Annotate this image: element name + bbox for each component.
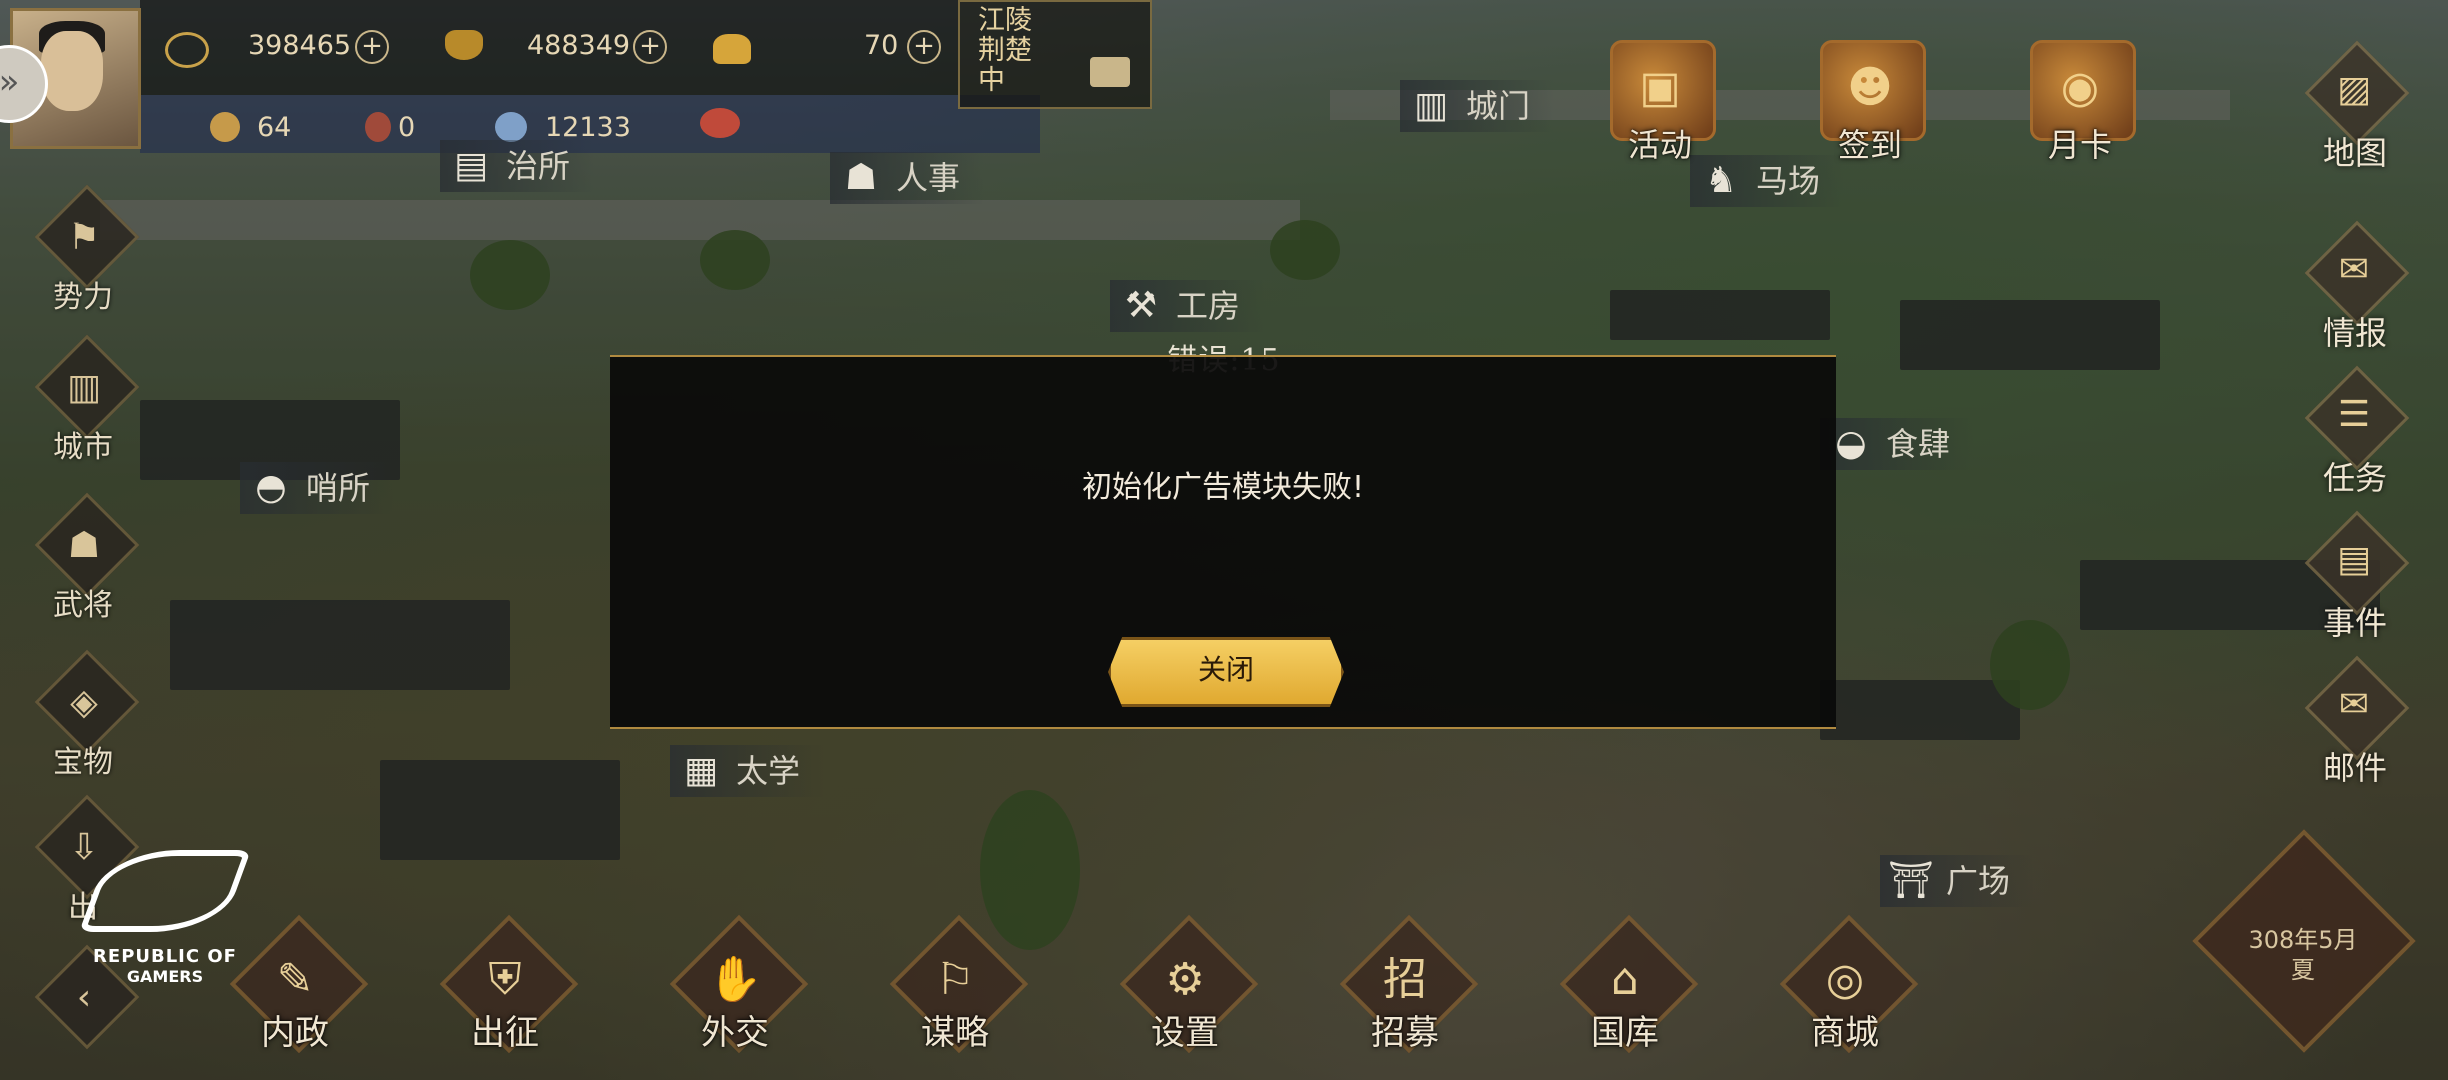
gold-amount: 70 xyxy=(864,30,899,61)
mail-icon: ✉ xyxy=(2338,684,2370,725)
copper-coin-icon xyxy=(165,32,209,68)
add-food-button[interactable]: + xyxy=(633,30,667,64)
gate-icon: ▥ xyxy=(1413,85,1448,126)
reputation-amount: 12133 xyxy=(545,112,631,143)
menu-neizheng[interactable]: ✎ 内政 xyxy=(220,914,370,1075)
map-label-shisi[interactable]: ◒ 食肆 xyxy=(1820,418,1975,470)
banner-icon: ⚑ xyxy=(67,217,101,258)
general-icon: ☗ xyxy=(67,525,101,566)
grain-icon xyxy=(445,30,483,60)
add-copper-button[interactable]: + xyxy=(355,30,389,64)
anvil-icon: ⚒ xyxy=(1124,285,1158,326)
plaza-gate-icon: ⛩ xyxy=(1888,860,1934,901)
date-text: 308年5月 夏 xyxy=(2248,926,2358,984)
menu-shijian[interactable]: ▤ 事件 xyxy=(2290,510,2420,642)
top-resource-bar: 398465 + 488349 + 70 + 64 0 12133 » 江陵 荆… xyxy=(0,0,1152,153)
event-book-icon: ▤ xyxy=(2336,539,2371,580)
treasure-icon: ◈ xyxy=(70,682,98,723)
rog-eye-logo xyxy=(79,850,251,932)
map-icon: ▨ xyxy=(2336,69,2371,110)
map-label-gongfang[interactable]: ⚒ 工房 xyxy=(1110,280,1265,332)
menu-chuzheng[interactable]: ⛨ 出征 xyxy=(430,914,580,1075)
menu-qingbao[interactable]: ✉ 情报 xyxy=(2290,220,2420,352)
food-amount: 488349 xyxy=(527,30,631,61)
wounded-icon xyxy=(365,112,391,142)
map-label-zhisuo[interactable]: ▤ 治所 xyxy=(440,140,595,192)
avatar-face xyxy=(41,31,103,111)
map-label-taixue[interactable]: ▦ 太学 xyxy=(670,745,825,797)
city-gate-icon xyxy=(1090,57,1130,87)
menu-waijiao[interactable]: ✋ 外交 xyxy=(660,914,810,1075)
scroll-icon: ▦ xyxy=(683,750,718,791)
menu-moulve[interactable]: ⚐ 谋略 xyxy=(880,914,1030,1075)
map-label-shaosuo[interactable]: ◓ 哨所 xyxy=(240,462,395,514)
city-name: 江陵 荆楚 中 xyxy=(978,5,1032,96)
soldier-helmet-icon xyxy=(210,112,240,142)
feature-yueka[interactable]: ◉ 月卡 xyxy=(2010,30,2150,170)
horn-icon: ◓ xyxy=(255,467,287,508)
wounded-count: 0 xyxy=(398,112,416,143)
soldier-count: 64 xyxy=(257,112,292,143)
gold-ingot-icon xyxy=(713,34,751,64)
menu-guoku[interactable]: ⌂ 国库 xyxy=(1550,914,1700,1075)
menu-zhaomu[interactable]: 招招募 xyxy=(1330,914,1480,1075)
person-icon: ☗ xyxy=(844,157,878,198)
close-button[interactable]: 关闭 xyxy=(1108,637,1344,707)
alert-horn-icon[interactable] xyxy=(700,108,740,138)
feature-qiandao[interactable]: ☻ 签到 xyxy=(1800,30,1940,170)
copper-amount: 398465 xyxy=(248,30,352,61)
map-label-guangchang[interactable]: ⛩ 广场 xyxy=(1880,855,2035,907)
quest-scroll-icon: ☰ xyxy=(2337,394,2371,435)
error-message: 初始化广告模块失败! xyxy=(1081,470,1365,505)
menu-youjian[interactable]: ✉ 邮件 xyxy=(2290,655,2420,787)
menu-shezhi[interactable]: ⚙ 设置 xyxy=(1110,914,1260,1075)
current-city-panel[interactable]: 江陵 荆楚 中 xyxy=(958,0,1152,109)
menu-shili[interactable]: ⚑ 势力 xyxy=(28,184,140,320)
menu-shangcheng[interactable]: ◎ 商城 xyxy=(1770,914,1920,1075)
map-label-renshi[interactable]: ☗ 人事 xyxy=(830,152,985,204)
report-icon: ✉ xyxy=(2338,249,2370,290)
menu-baowu[interactable]: ◈ 宝物 xyxy=(28,649,140,785)
error-dialog: 初始化广告模块失败! 关闭 xyxy=(610,355,1836,729)
menu-wujiang[interactable]: ☗ 武将 xyxy=(28,492,140,628)
map-label-chengmen[interactable]: ▥ 城门 xyxy=(1400,80,1555,132)
menu-renwu[interactable]: ☰ 任务 xyxy=(2290,365,2420,497)
seal-icon: ▤ xyxy=(453,145,488,186)
add-gold-button[interactable]: + xyxy=(907,30,941,64)
menu-ditu[interactable]: ▨ 地图 xyxy=(2290,40,2420,172)
reputation-thumb-icon xyxy=(495,112,527,142)
feature-huodong[interactable]: ▣ 活动 xyxy=(1590,30,1730,170)
